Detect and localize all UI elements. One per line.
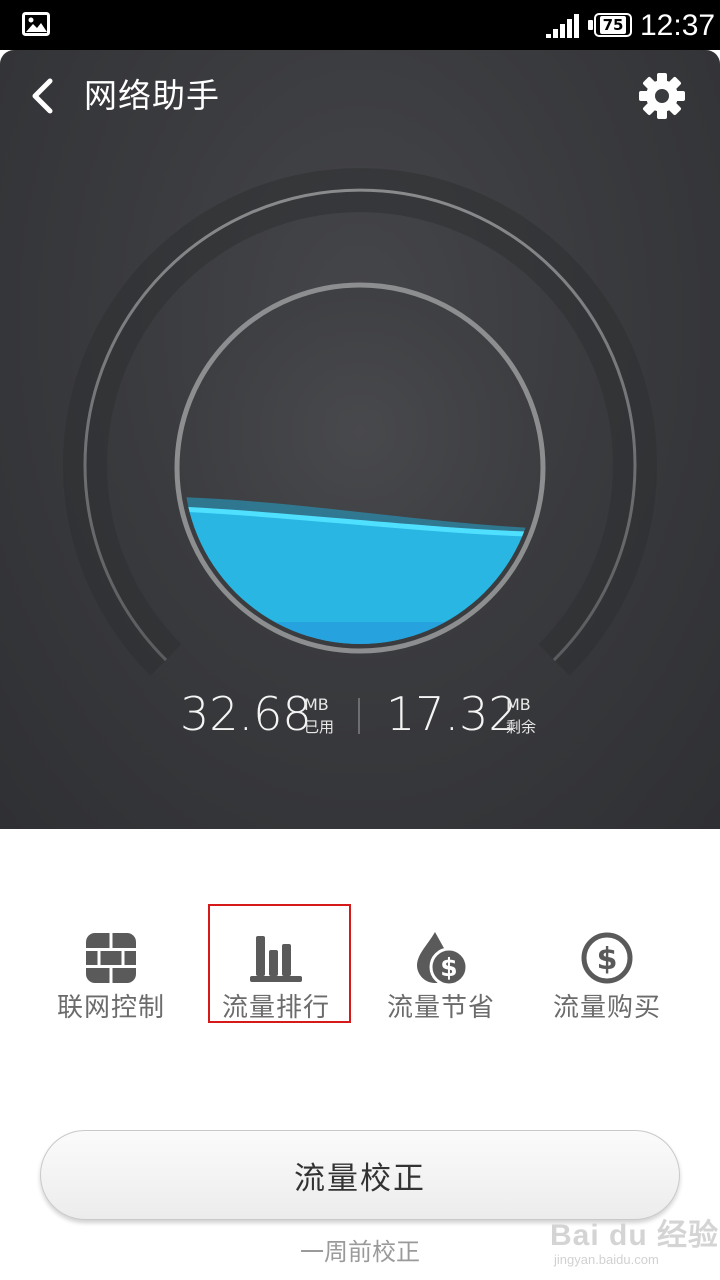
drop-dollar-icon: $ xyxy=(417,932,469,986)
used-unit: MB xyxy=(304,695,329,714)
tool-traffic-purchase[interactable]: $ 流量购买 xyxy=(527,900,687,1030)
used-value: 32.68 xyxy=(180,687,312,741)
remaining-value: 17.32 xyxy=(386,687,518,741)
usage-gauge xyxy=(63,168,657,676)
battery-tip xyxy=(588,20,593,30)
status-bar: 75 12:37 xyxy=(0,0,720,50)
watermark: Bai du 经验 jingyan.baidu.com xyxy=(550,1210,720,1274)
clock: 12:37 xyxy=(640,9,716,42)
page-title: 网络助手 xyxy=(84,76,220,115)
tool-network-control[interactable]: 联网控制 xyxy=(31,900,191,1030)
used-label: 已用 xyxy=(304,718,335,736)
battery-level: 75 xyxy=(599,16,627,34)
tool-label: 流量购买 xyxy=(552,993,661,1023)
image-notification-icon xyxy=(22,12,50,36)
tool-label: 流量节省 xyxy=(386,993,495,1023)
battery-icon: 75 xyxy=(594,13,632,37)
dollar-circle-icon: $ xyxy=(581,932,633,984)
gear-icon[interactable] xyxy=(638,72,686,120)
screen: 75 12:37 网络助手 32.68 MB 已用 17.32 MB 剩余 联网… xyxy=(0,0,720,1280)
svg-text:$: $ xyxy=(440,953,457,982)
divider xyxy=(358,698,360,734)
tool-label: 联网控制 xyxy=(56,993,165,1023)
chevron-left-icon[interactable] xyxy=(28,78,58,114)
signal-icon xyxy=(546,14,579,38)
tool-traffic-saving[interactable]: $ 流量节省 xyxy=(361,900,521,1030)
firewall-icon xyxy=(86,933,136,983)
watermark-sub: jingyan.baidu.com xyxy=(554,1252,659,1267)
remaining-label: 剩余 xyxy=(506,718,537,736)
remaining-unit: MB xyxy=(506,695,531,714)
svg-text:$: $ xyxy=(597,942,618,977)
calibrate-button[interactable]: 流量校正 xyxy=(40,1130,680,1220)
usage-summary: 32.68 MB 已用 17.32 MB 剩余 xyxy=(0,686,720,742)
tools-row: 联网控制 流量排行 $ 流量节省 $ 流量购买 xyxy=(0,900,720,1030)
watermark-main: Bai du 经验 xyxy=(550,1219,720,1252)
highlight-box xyxy=(208,904,351,1023)
